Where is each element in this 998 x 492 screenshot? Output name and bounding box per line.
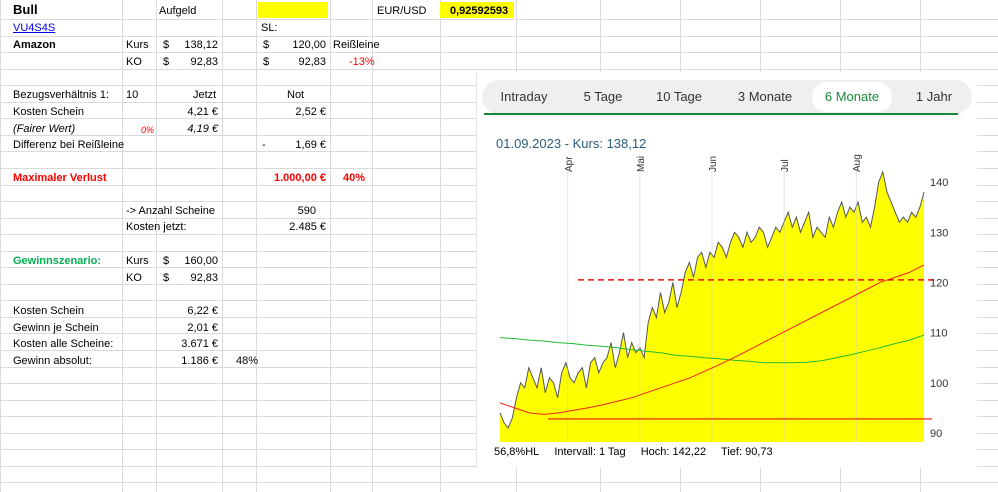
gewinn-je-label: Gewinn je Schein: [13, 322, 99, 334]
y-tick-label: 140: [930, 177, 948, 189]
aufgeld-input-cell[interactable]: [258, 2, 328, 18]
gs-kosten-schein-value: 6,22 €: [187, 305, 218, 317]
kosten-schein-jetzt: 4,21 €: [187, 106, 218, 118]
fairer-wert-pct: 0%: [141, 125, 155, 135]
kurs-value[interactable]: 138,12: [160, 37, 218, 53]
gewinn-je-value: 2,01 €: [187, 322, 218, 334]
tab-5-tage[interactable]: 5 Tage: [570, 80, 636, 114]
differenz-sign: -: [262, 139, 266, 151]
anzahl-value: 590: [297, 205, 316, 217]
kosten-schein-not: 2,52 €: [295, 106, 326, 118]
sheet-title: Bull: [13, 2, 38, 17]
sl-ko-currency: $: [263, 56, 270, 68]
gewinn-abs-pct: 48%: [236, 355, 259, 367]
gewinn-abs-label: Gewinn absolut:: [13, 355, 92, 367]
tab-6-monate[interactable]: 6 Monate: [812, 82, 892, 112]
gs-ko-label: KO: [126, 272, 142, 284]
anzahl-label: -> Anzahl Scheine: [126, 205, 215, 217]
differenz-label: Differenz bei Reißleine: [13, 139, 125, 151]
jetzt-label: Jetzt: [193, 89, 217, 101]
kosten-alle-label: Kosten alle Scheine:: [13, 338, 114, 350]
company-name: Amazon: [13, 39, 56, 51]
gs-kurs-label: Kurs: [126, 255, 149, 267]
y-tick-label: 120: [930, 277, 948, 289]
ko-value[interactable]: 92,83: [160, 54, 218, 70]
footer-intervall: Intervall: 1 Tag: [554, 446, 626, 458]
tab-10-tage[interactable]: 10 Tage: [646, 80, 712, 114]
bezug-value[interactable]: 10: [126, 87, 138, 103]
sl-ko-value[interactable]: 92,83: [270, 54, 326, 70]
time-range-tabs: Intraday 5 Tage 10 Tage 3 Monate 6 Monat…: [482, 80, 972, 114]
footer-tief: Tief: 90,73: [721, 446, 773, 458]
bezug-label: Bezugsverhältnis 1:: [13, 89, 109, 101]
y-tick-label: 110: [930, 328, 948, 340]
kosten-schein-label: Kosten Schein: [13, 106, 84, 118]
x-tick-label: Jun: [708, 156, 719, 172]
chart-title: 01.09.2023 - Kurs: 138,12: [496, 136, 647, 151]
footer-hl: 56,8%HL: [494, 446, 540, 458]
max-verlust-label: Maximaler Verlust: [13, 172, 107, 184]
x-tick-label: Mai: [636, 156, 647, 172]
not-label: Not: [287, 89, 305, 101]
tab-1-jahr[interactable]: 1 Jahr: [906, 80, 962, 114]
x-tick-label: Apr: [564, 156, 575, 172]
gewinn-abs-value: 1.186 €: [181, 355, 218, 367]
fairer-wert-value: 4,19 €: [187, 123, 218, 135]
gs-ko-value[interactable]: 92,83: [160, 270, 218, 286]
sl-kurs-value[interactable]: 120,00: [270, 37, 326, 53]
price-chart[interactable]: Apr Mai Jun Jul Aug 90 100 110 120 130 140: [476, 150, 976, 442]
differenz-value: 1,69 €: [295, 139, 326, 151]
kurs-label: Kurs: [126, 39, 149, 51]
x-tick-label: Jul: [780, 159, 791, 172]
aufgeld-label: Aufgeld: [159, 5, 197, 17]
max-verlust-pct: 40%: [343, 172, 366, 184]
fairer-wert-label: (Fairer Wert): [13, 123, 76, 135]
chart-footer: 56,8%HL Intervall: 1 Tag Hoch: 142,22 Ti…: [494, 446, 785, 458]
tab-3-monate[interactable]: 3 Monate: [726, 80, 804, 114]
y-tick-label: 90: [930, 428, 942, 440]
x-tick-label: Aug: [852, 154, 863, 172]
footer-hoch: Hoch: 142,22: [640, 446, 707, 458]
sl-label: SL:: [261, 22, 278, 34]
ko-label: KO: [126, 56, 142, 68]
y-tick-label: 130: [930, 227, 948, 239]
fx-label: EUR/USD: [377, 5, 427, 17]
reissleine-label: Reißleine: [333, 39, 380, 51]
tab-intraday[interactable]: Intraday: [490, 80, 558, 114]
kosten-jetzt-value: 2.485 €: [289, 221, 326, 233]
max-verlust-value: 1.000,00 €: [274, 172, 326, 184]
sl-kurs-currency: $: [263, 39, 270, 51]
y-tick-label: 100: [930, 378, 948, 390]
fx-value[interactable]: 0,92592593: [450, 3, 508, 19]
kosten-alle-value: 3.671 €: [181, 338, 218, 350]
active-tab-underline: [484, 113, 958, 115]
ticker-link[interactable]: VU4S4S: [13, 20, 55, 36]
kosten-jetzt-label: Kosten jetzt:: [126, 221, 187, 233]
gs-kosten-schein-label: Kosten Schein: [13, 305, 84, 317]
reissleine-pct: -13%: [349, 56, 375, 68]
gewinnszenario-label: Gewinnszenario:: [13, 255, 102, 267]
gs-kurs-value[interactable]: 160,00: [160, 253, 218, 269]
